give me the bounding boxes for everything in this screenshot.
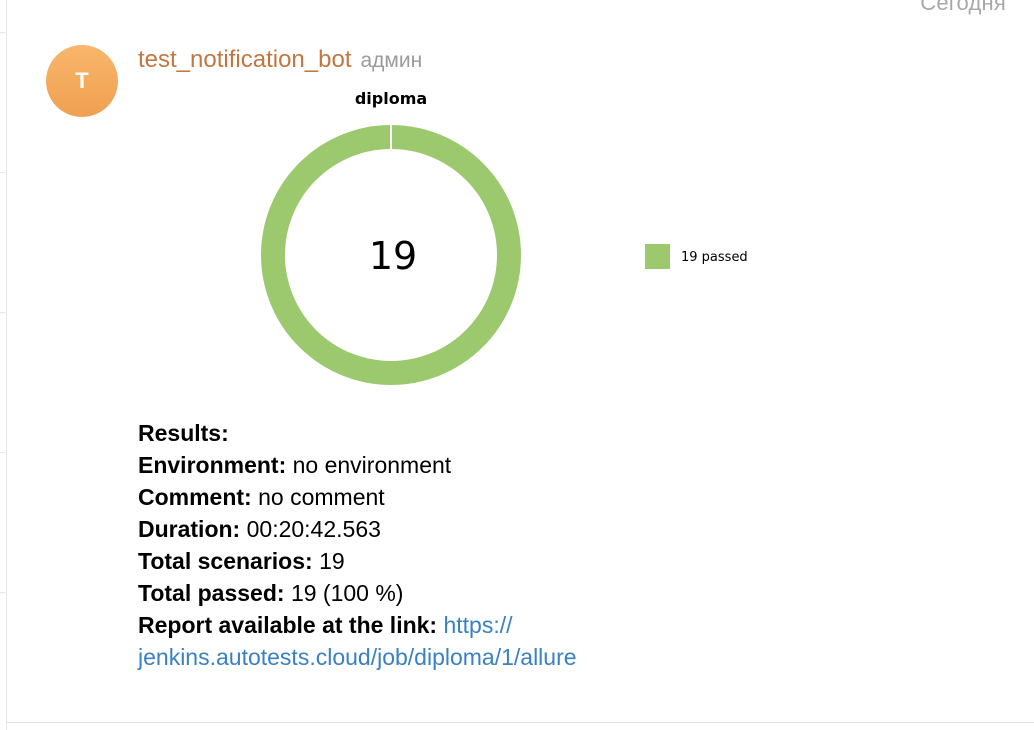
- environment-label: Environment:: [138, 452, 287, 478]
- scenarios-line: Total scenarios: 19: [138, 545, 838, 577]
- report-line: Report available at the link: https://: [138, 609, 838, 641]
- comment-label: Comment:: [138, 484, 252, 510]
- passed-line: Total passed: 19 (100 %): [138, 577, 838, 609]
- report-link-line: jenkins.autotests.cloud/job/diploma/1/al…: [138, 641, 838, 673]
- report-link[interactable]: https://: [443, 612, 512, 638]
- sender-role: админ: [360, 49, 423, 72]
- scenarios-value: 19: [319, 548, 345, 574]
- chart-center-value: 19: [369, 234, 417, 278]
- comment-value: no comment: [258, 484, 385, 510]
- date-divider: Сегодня: [920, 0, 1006, 15]
- environment-value: no environment: [292, 452, 452, 478]
- sender-name[interactable]: test_notification_bot: [138, 46, 351, 74]
- left-separator: [0, 172, 6, 173]
- left-separator: [0, 32, 6, 33]
- legend-swatch: [645, 244, 670, 269]
- avatar[interactable]: T: [46, 45, 118, 117]
- left-separator: [0, 592, 6, 593]
- report-link-continued[interactable]: jenkins.autotests.cloud/job/diploma/1/al…: [138, 644, 577, 670]
- avatar-letter: T: [75, 68, 89, 93]
- report-label: Report available at the link:: [138, 612, 438, 638]
- duration-value: 00:20:42.563: [246, 516, 381, 542]
- comment-line: Comment: no comment: [138, 481, 838, 513]
- results-heading-label: Results:: [138, 420, 229, 446]
- passed-label: Total passed:: [138, 580, 285, 606]
- environment-line: Environment: no environment: [138, 449, 838, 481]
- donut-chart: diploma 19 19 passed: [261, 89, 748, 385]
- chart-title: diploma: [355, 89, 427, 108]
- scenarios-label: Total scenarios:: [138, 548, 313, 574]
- duration-label: Duration:: [138, 516, 241, 542]
- chat-list-edge: [0, 0, 7, 730]
- results-text: Results: Environment: no environment Com…: [138, 417, 838, 673]
- report-chart[interactable]: diploma 19 19 passed: [250, 82, 780, 392]
- passed-value: 19 (100 %): [290, 580, 404, 606]
- left-separator: [0, 312, 6, 313]
- left-separator: [0, 452, 6, 453]
- chart-legend: 19 passed: [645, 244, 748, 269]
- message-header: test_notification_bot админ: [138, 46, 422, 74]
- message-divider: [6, 722, 1034, 723]
- results-heading: Results:: [138, 417, 838, 449]
- duration-line: Duration: 00:20:42.563: [138, 513, 838, 545]
- legend-label: 19 passed: [681, 250, 748, 265]
